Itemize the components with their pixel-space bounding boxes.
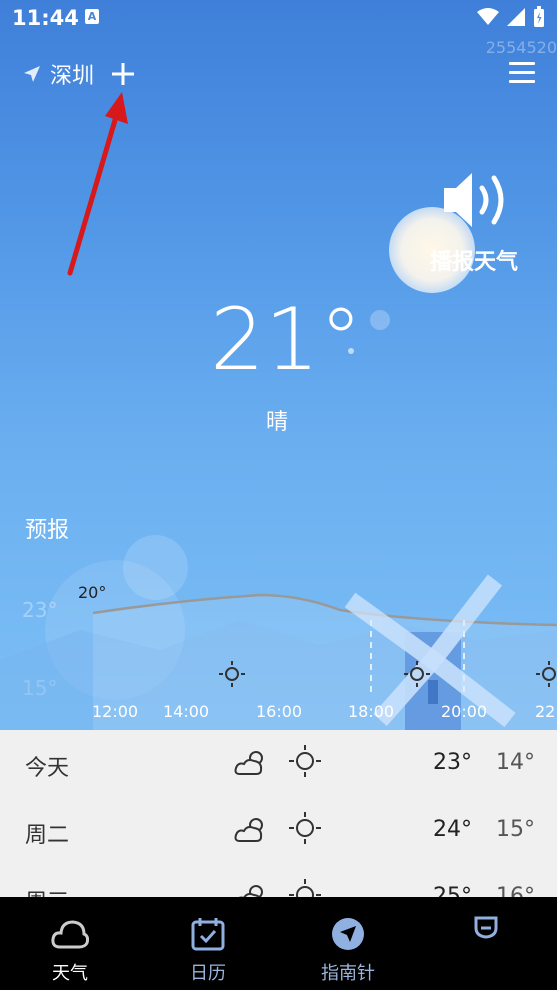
sun-icon — [536, 661, 556, 687]
sun-icon — [219, 661, 245, 687]
high-temp: 24° — [433, 817, 472, 842]
hour-label: 22: — [535, 702, 557, 721]
day-name: 周三 — [25, 884, 69, 897]
decorative-bubble — [370, 310, 390, 330]
tab-weather[interactable]: 天气 — [20, 897, 120, 990]
status-time: 11:44 — [12, 6, 79, 30]
calendar-icon — [191, 918, 225, 951]
battery-icon — [534, 6, 544, 27]
first-hour-temp: 20° — [78, 583, 107, 602]
high-temp: 25° — [433, 884, 472, 897]
day-name: 周二 — [25, 823, 70, 848]
low-temp: 16° — [496, 884, 535, 897]
sun-icon — [289, 879, 321, 897]
hour-label: 14:00 — [163, 702, 210, 721]
list-item[interactable]: 今天 23° 14° — [0, 730, 557, 797]
wifi-icon — [477, 8, 499, 25]
cloud-icon — [51, 920, 89, 949]
partly-cloudy-icon — [234, 751, 263, 775]
tab-calendar[interactable]: 日历 — [158, 897, 258, 990]
speaker-icon[interactable] — [442, 170, 522, 230]
tab-compass[interactable]: 指南针 — [298, 897, 398, 990]
low-temp: 15° — [496, 817, 535, 842]
low-temp: 14° — [496, 750, 535, 775]
city-name[interactable]: 深圳 — [50, 58, 94, 90]
list-item[interactable]: 周二 24° 15° — [0, 797, 557, 864]
tab-more[interactable] — [436, 897, 536, 990]
broadcast-weather-button[interactable]: 播报天气 — [430, 244, 518, 276]
sun-icon — [289, 812, 321, 844]
hour-label: 18:00 — [348, 702, 395, 721]
tab-calendar-label: 日历 — [190, 963, 226, 984]
sun-icon — [289, 745, 321, 777]
add-city-icon[interactable] — [110, 61, 136, 87]
tab-compass-label: 指南针 — [321, 963, 375, 984]
partly-cloudy-icon — [238, 885, 263, 897]
hour-label: 20:00 — [441, 702, 488, 721]
status-bar: 11:44 A — [0, 0, 557, 38]
current-temperature: 21° — [210, 290, 363, 390]
signal-icon — [507, 8, 525, 26]
current-condition: 晴 — [266, 410, 289, 435]
compass-icon — [332, 918, 364, 950]
location-bar: 深圳 — [22, 58, 136, 90]
shield-icon — [474, 916, 498, 939]
location-arrow-icon[interactable] — [22, 64, 42, 84]
annotation-arrow — [67, 92, 128, 276]
hour-label: 12:00 — [92, 702, 139, 721]
sun-icon — [404, 661, 430, 687]
daily-forecast-list[interactable]: 今天 23° 14° 周二 24° 15° 周三 25° 16° — [0, 730, 557, 897]
bottom-nav: 天气 日历 指南针 — [0, 897, 557, 990]
notification-icon: A — [85, 9, 99, 24]
status-icons — [477, 6, 545, 28]
watermark: 2554520 — [485, 38, 557, 57]
tab-weather-label: 天气 — [52, 963, 88, 984]
high-temp: 23° — [433, 750, 472, 775]
day-name: 今天 — [25, 756, 70, 781]
hour-label: 16:00 — [256, 702, 303, 721]
hourly-times: 12:00 14:00 16:00 18:00 20:00 22: — [0, 702, 557, 724]
forecast-title: 预报 — [25, 518, 70, 543]
menu-button[interactable] — [509, 62, 535, 89]
partly-cloudy-icon — [234, 818, 263, 842]
list-item[interactable]: 周三 25° 16° — [0, 864, 557, 897]
